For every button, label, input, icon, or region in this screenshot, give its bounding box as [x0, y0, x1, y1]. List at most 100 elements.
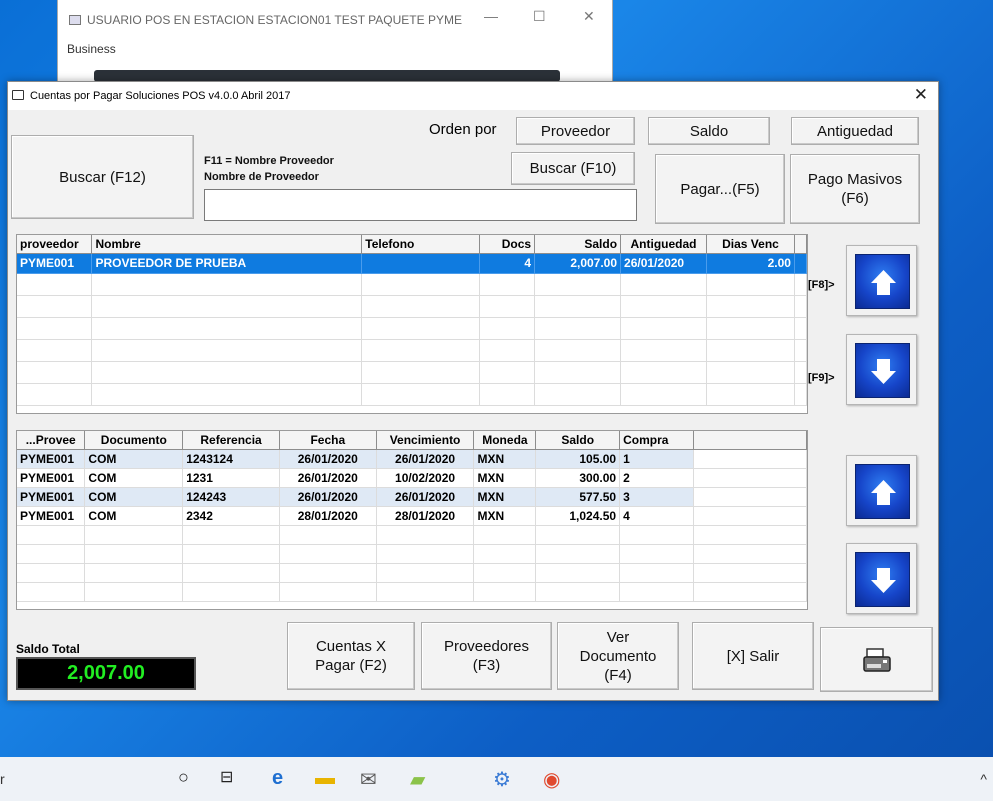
column-header[interactable]: ...Provee [17, 431, 86, 450]
up-arrow-glyph [871, 480, 896, 505]
cell-spacer [693, 449, 807, 469]
cell-nombre: PROVEEDOR DE PRUEBA [91, 253, 363, 274]
table-row[interactable]: PYME001 COM 124243 26/01/2020 26/01/2020… [17, 487, 807, 507]
file-explorer-icon[interactable]: ▬ [315, 767, 335, 790]
ver-documento-button[interactable]: Ver Documento (F4) [557, 622, 679, 690]
cell-compra: 3 [619, 487, 694, 507]
suppliers-grid[interactable]: proveedor Nombre Telefono Docs Saldo Ant… [16, 234, 808, 414]
cell-spacer [693, 506, 807, 526]
task-view-icon[interactable]: ⊟ [220, 767, 233, 787]
empty-row[interactable] [17, 582, 807, 602]
cell-fecha: 26/01/2020 [279, 487, 377, 507]
close-button[interactable]: ✕ [583, 8, 595, 25]
cell-provee: PYME001 [17, 506, 86, 526]
taskbar-search[interactable]: r [0, 771, 5, 787]
empty-row[interactable] [17, 563, 807, 583]
column-header[interactable]: Documento [84, 431, 184, 450]
down-arrow-icon [855, 552, 910, 607]
down-arrow-icon [855, 343, 910, 398]
cell-dias-venc: 2.00 [706, 253, 795, 274]
column-header[interactable]: Saldo [534, 235, 622, 254]
documents-grid[interactable]: ...Provee Documento Referencia Fecha Ven… [16, 430, 808, 610]
cell-vencimiento: 26/01/2020 [376, 487, 475, 507]
column-header[interactable]: Antiguedad [620, 235, 707, 254]
pago-masivos-button[interactable]: Pago Masivos (F6) [790, 154, 920, 224]
column-header[interactable]: Fecha [279, 431, 377, 450]
cell-vencimiento: 10/02/2020 [376, 468, 475, 488]
cell-fecha: 26/01/2020 [279, 449, 377, 469]
table-row[interactable]: PYME001 COM 1231 26/01/2020 10/02/2020 M… [17, 468, 807, 488]
buscar-f12-button[interactable]: Buscar (F12) [11, 135, 194, 219]
column-header-spacer [794, 235, 807, 254]
network-app-icon[interactable]: ⚙ [493, 767, 511, 792]
empty-row[interactable] [17, 361, 807, 384]
salir-button[interactable]: [X] Salir [692, 622, 814, 690]
column-header[interactable]: Moneda [473, 431, 537, 450]
f9-key-label: [F9]> [808, 372, 835, 384]
proveedores-button[interactable]: Proveedores (F3) [421, 622, 552, 690]
app-icon[interactable]: ▰ [410, 767, 425, 792]
scroll-up-documents-button[interactable] [846, 455, 917, 526]
empty-row[interactable] [17, 544, 807, 564]
system-tray-chevron-icon[interactable]: ^ [980, 771, 987, 787]
print-button[interactable] [820, 627, 933, 692]
f8-key-label: [F8]> [808, 279, 835, 291]
orden-proveedor-button[interactable]: Proveedor [516, 117, 635, 145]
cell-compra: 2 [619, 468, 694, 488]
empty-row[interactable] [17, 383, 807, 406]
table-row[interactable]: PYME001 COM 2342 28/01/2020 28/01/2020 M… [17, 506, 807, 526]
column-header[interactable]: proveedor [17, 235, 93, 254]
column-header[interactable]: Nombre [91, 235, 363, 254]
dialog-close-button[interactable]: ✕ [914, 85, 928, 105]
cell-saldo: 1,024.50 [535, 506, 621, 526]
empty-row[interactable] [17, 273, 807, 296]
column-header[interactable]: Saldo [535, 431, 621, 450]
menu-business[interactable]: Business [67, 42, 116, 56]
supplier-search-input[interactable] [204, 189, 637, 221]
search-caption: Nombre de Proveedor [204, 171, 319, 183]
app-icon [69, 15, 81, 25]
cell-vencimiento: 26/01/2020 [376, 449, 475, 469]
cell-referencia: 1243124 [182, 449, 280, 469]
empty-row[interactable] [17, 339, 807, 362]
cell-spacer [693, 468, 807, 488]
buscar-f10-button[interactable]: Buscar (F10) [511, 152, 635, 185]
column-header[interactable]: Dias Venc [706, 235, 795, 254]
cuentas-x-pagar-button[interactable]: Cuentas X Pagar (F2) [287, 622, 415, 690]
orden-por-label: Orden por [429, 121, 497, 138]
scroll-down-suppliers-button[interactable] [846, 334, 917, 405]
cortana-icon[interactable]: ○ [178, 767, 189, 788]
cuentas-por-pagar-dialog: Cuentas por Pagar Soluciones POS v4.0.0 … [7, 81, 939, 701]
mail-icon[interactable]: ✉ [360, 767, 377, 792]
cell-telefono [361, 253, 481, 274]
chrome-icon[interactable]: ◉ [543, 767, 560, 792]
cell-saldo: 2,007.00 [534, 253, 622, 274]
dialog-title: Cuentas por Pagar Soluciones POS v4.0.0 … [30, 90, 291, 102]
minimize-button[interactable]: — [484, 8, 498, 24]
column-header[interactable]: Compra [619, 431, 694, 450]
maximize-button[interactable]: ☐ [533, 8, 546, 25]
column-header[interactable]: Docs [479, 235, 536, 254]
scroll-up-suppliers-button[interactable] [846, 245, 917, 316]
column-header[interactable]: Referencia [182, 431, 280, 450]
table-row[interactable]: PYME001 COM 1243124 26/01/2020 26/01/202… [17, 449, 807, 469]
f11-hint-label: F11 = Nombre Proveedor [204, 155, 334, 167]
cell-saldo: 300.00 [535, 468, 621, 488]
edge-browser-icon[interactable]: e [272, 767, 283, 790]
cell-compra: 4 [619, 506, 694, 526]
column-header[interactable]: Telefono [361, 235, 481, 254]
column-header[interactable]: Vencimiento [376, 431, 475, 450]
orden-antiguedad-button[interactable]: Antiguedad [791, 117, 919, 145]
cell-documento: COM [84, 449, 184, 469]
empty-row[interactable] [17, 317, 807, 340]
pagar-f5-button[interactable]: Pagar...(F5) [655, 154, 785, 224]
saldo-total-value: 2,007.00 [16, 657, 196, 690]
table-row[interactable]: PYME001 PROVEEDOR DE PRUEBA 4 2,007.00 2… [17, 253, 807, 274]
orden-saldo-button[interactable]: Saldo [648, 117, 770, 145]
cell-fecha: 26/01/2020 [279, 468, 377, 488]
empty-row[interactable] [17, 295, 807, 318]
scroll-down-documents-button[interactable] [846, 543, 917, 614]
up-arrow-glyph [871, 270, 896, 295]
cell-documento: COM [84, 468, 184, 488]
empty-row[interactable] [17, 525, 807, 545]
